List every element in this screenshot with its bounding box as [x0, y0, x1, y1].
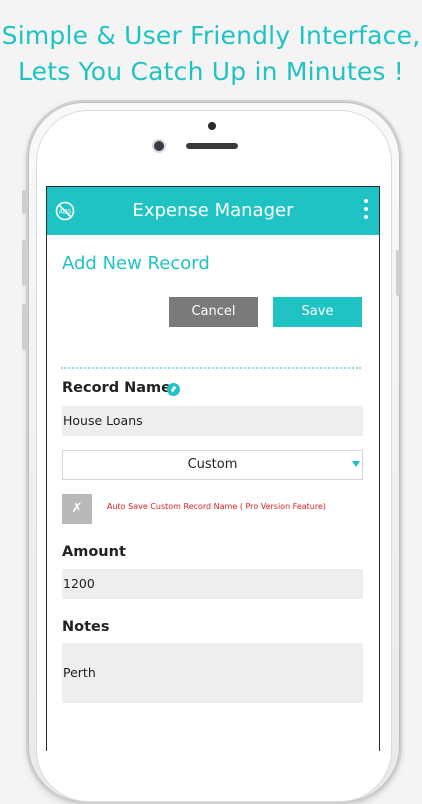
- notes-textarea[interactable]: Perth: [62, 643, 363, 703]
- phone-power-button: [396, 250, 400, 296]
- amount-input[interactable]: 1200: [62, 569, 363, 599]
- record-type-selected: Custom: [187, 457, 238, 472]
- record-name-label: Record Name: [62, 380, 171, 396]
- save-button[interactable]: Save: [273, 297, 362, 327]
- notes-label: Notes: [62, 619, 110, 635]
- promo-headline: Simple & User Friendly Interface, Lets Y…: [0, 18, 422, 90]
- promo-line-2: Lets You Catch Up in Minutes !: [17, 57, 405, 86]
- edit-info-icon[interactable]: [167, 383, 180, 396]
- amount-label: Amount: [62, 544, 126, 560]
- app-title: Expense Manager: [132, 200, 294, 221]
- page-title: Add New Record: [62, 253, 210, 274]
- earpiece-speaker: [186, 143, 238, 149]
- record-type-select[interactable]: Custom: [62, 450, 363, 480]
- phone-volume-up-button: [22, 240, 26, 286]
- front-camera: [154, 141, 164, 151]
- proximity-sensor: [208, 122, 216, 130]
- phone-volume-down-button: [22, 304, 26, 350]
- app-toolbar: ADS Expense Manager: [47, 187, 379, 235]
- app-screen: ADS Expense Manager Add New Record Cance…: [46, 186, 380, 751]
- record-name-input[interactable]: House Loans: [62, 406, 363, 436]
- cancel-button[interactable]: Cancel: [169, 297, 258, 327]
- promo-line-1: Simple & User Friendly Interface,: [1, 21, 421, 50]
- phone-side-button: [22, 190, 26, 214]
- dropdown-caret-icon: [352, 461, 360, 467]
- autosave-checkbox[interactable]: ✗: [62, 494, 92, 524]
- section-divider: [61, 367, 361, 369]
- autosave-pro-feature-text: Auto Save Custom Record Name ( Pro Versi…: [107, 502, 327, 511]
- overflow-menu-icon[interactable]: [363, 199, 369, 223]
